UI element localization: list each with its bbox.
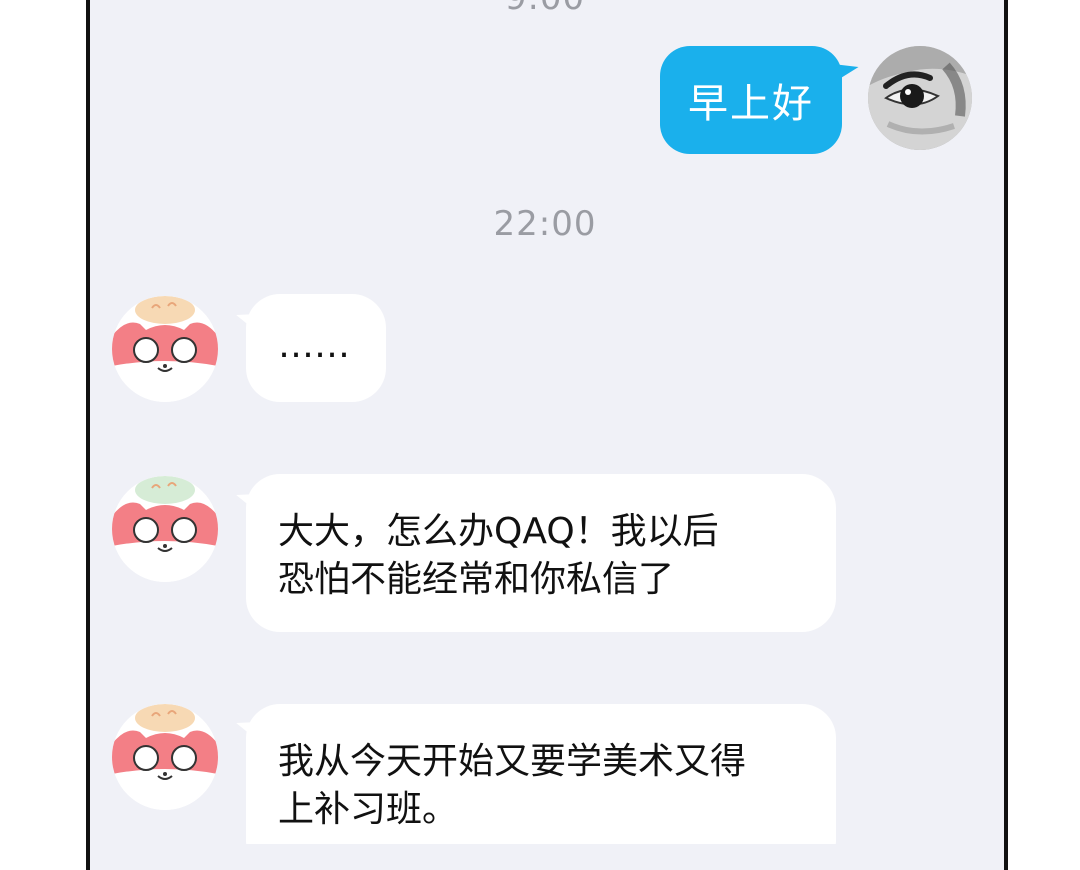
message-text: 大大，怎么办QAQ！我以后 恐怕不能经常和你私信了: [278, 511, 719, 600]
hamster-icon: [112, 296, 218, 402]
chat-area[interactable]: 9:00 早上好 22:00 ……: [90, 0, 1000, 844]
message-text: 我从今天开始又要学美术又得 上补习班。: [278, 741, 747, 830]
message-text: ……: [278, 325, 350, 366]
hamster-avatar[interactable]: [112, 704, 218, 810]
hamster-icon: [112, 476, 218, 582]
timestamp-top: 9:00: [90, 0, 1000, 18]
eye-photo-avatar[interactable]: [868, 46, 972, 150]
eye-photo-icon: [868, 46, 972, 150]
hamster-avatar[interactable]: [112, 296, 218, 402]
message-bubble-me[interactable]: 早上好: [660, 46, 842, 154]
message-bubble-friend[interactable]: 我从今天开始又要学美术又得 上补习班。: [246, 704, 836, 844]
message-bubble-friend[interactable]: ……: [246, 294, 386, 402]
message-bubble-friend[interactable]: 大大，怎么办QAQ！我以后 恐怕不能经常和你私信了: [246, 474, 836, 632]
message-text: 早上好: [688, 81, 814, 127]
timestamp: 22:00: [493, 204, 597, 244]
hamster-icon: [112, 704, 218, 810]
hamster-avatar[interactable]: [112, 476, 218, 582]
